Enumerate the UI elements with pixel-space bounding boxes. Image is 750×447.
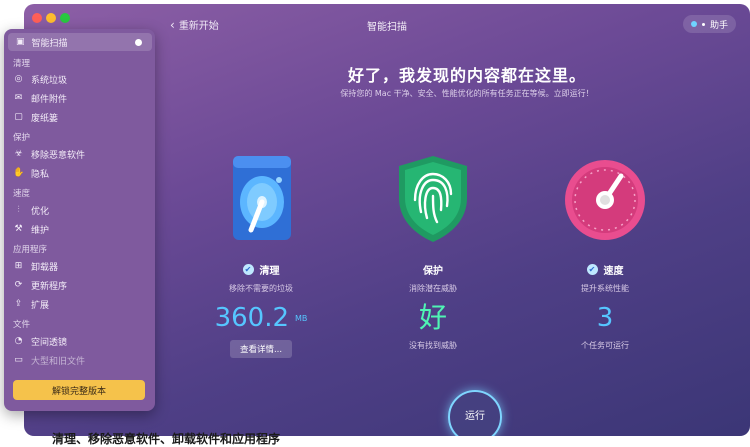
active-indicator xyxy=(135,38,142,46)
sidebar-item-label: 扩展 xyxy=(31,300,50,311)
speed-desc: 提升系统性能 xyxy=(581,284,629,293)
protection-desc: 消除潜在威胁 xyxy=(409,284,457,293)
sidebar-item-trash-bins[interactable]: ▢ 废纸篓 xyxy=(13,110,58,124)
sidebar-section-protection: 保护 xyxy=(13,133,31,143)
sidebar-item-label: 废纸篓 xyxy=(31,113,59,124)
speed-card: ✔ 速度 提升系统性能 3 个任务可运行 xyxy=(520,154,690,351)
sidebar-item-large-old-files[interactable]: ▭ 大型和旧文件 xyxy=(13,353,85,367)
sliders-icon: ⫶ xyxy=(17,205,20,215)
sidebar-item-label: 维护 xyxy=(31,225,50,236)
sidebar-item-malware-removal[interactable]: ☣ 移除恶意软件 xyxy=(13,147,85,161)
wrench-icon: ⚒ xyxy=(14,224,23,234)
sidebar-item-system-junk[interactable]: ◎ 系统垃圾 xyxy=(13,72,67,86)
sidebar-section-applications: 应用程序 xyxy=(13,245,48,255)
sidebar-section-cleanup: 清理 xyxy=(13,59,31,69)
mail-icon: ✉ xyxy=(14,93,23,103)
sidebar-item-label: 移除恶意软件 xyxy=(31,150,86,161)
cleanup-status: ✔ 清理 xyxy=(176,262,346,277)
biohazard-icon: ☣ xyxy=(14,149,23,159)
update-icon: ⟳ xyxy=(14,280,23,290)
sidebar-item-label: 更新程序 xyxy=(31,281,68,292)
sidebar-item-label: 优化 xyxy=(31,206,50,217)
uninstaller-icon: ⊞ xyxy=(14,261,23,271)
speed-title: 速度 xyxy=(603,266,624,277)
bin-icon: ▢ xyxy=(14,112,23,122)
speed-value: 3 xyxy=(596,303,614,333)
sidebar-item-space-lens[interactable]: ◔ 空间透镜 xyxy=(13,334,67,348)
sidebar-item-mail-attachments[interactable]: ✉ 邮件附件 xyxy=(13,91,67,105)
sidebar-item-extensions[interactable]: ⇪ 扩展 xyxy=(13,297,49,311)
view-details-button[interactable]: 查看详情... xyxy=(229,340,293,358)
speedometer-icon xyxy=(565,154,645,244)
cleanup-unit: MB xyxy=(295,313,308,323)
sidebar: ▣ 智能扫描 清理 ◎ 系统垃圾 ✉ 邮件附件 ▢ 废纸篓 保护 ☣ 移除恶意软件 ✋ 隐… xyxy=(4,29,155,411)
sidebar-section-files: 文件 xyxy=(13,320,31,330)
cleanup-value-row: 360.2 MB xyxy=(176,302,346,334)
sidebar-item-uninstaller[interactable]: ⊞ 卸载器 xyxy=(13,259,58,273)
sidebar-item-optimization[interactable]: ⫶ 优化 xyxy=(13,203,49,217)
sidebar-item-updater[interactable]: ⟳ 更新程序 xyxy=(13,278,67,292)
sidebar-item-label: 邮件附件 xyxy=(31,94,68,105)
shield-fingerprint-icon xyxy=(393,154,473,244)
sidebar-item-label: 系统垃圾 xyxy=(31,75,68,86)
extension-icon: ⇪ xyxy=(14,299,23,309)
assistant-button[interactable]: 助手 xyxy=(682,15,736,33)
lens-icon: ◔ xyxy=(14,336,23,346)
assistant-dot-icon xyxy=(701,22,705,26)
assistant-indicator-icon xyxy=(690,21,697,27)
scan-icon: ▣ xyxy=(16,37,25,47)
protection-title: 保护 xyxy=(423,266,443,277)
sidebar-item-label: 卸载器 xyxy=(31,262,59,273)
sidebar-item-maintenance[interactable]: ⚒ 维护 xyxy=(13,222,49,236)
hard-drive-icon xyxy=(221,154,301,244)
speed-foot: 个任务可运行 xyxy=(581,341,629,350)
speed-status: ✔ 速度 xyxy=(520,262,690,277)
check-icon: ✔ xyxy=(586,264,598,275)
sidebar-item-privacy[interactable]: ✋ 隐私 xyxy=(13,166,49,180)
protection-foot: 没有找到威胁 xyxy=(409,341,457,350)
sidebar-item-label: 智能扫描 xyxy=(31,38,68,49)
sidebar-section-speed: 速度 xyxy=(13,189,31,199)
folder-icon: ▭ xyxy=(14,355,23,365)
unlock-full-version-button[interactable]: 解锁完整版本 xyxy=(13,380,145,400)
page-headline: 好了，我发现的内容都在这里。 xyxy=(347,66,586,85)
sidebar-item-smart-scan[interactable]: ▣ 智能扫描 xyxy=(8,33,152,51)
sidebar-item-label: 空间透镜 xyxy=(31,337,68,348)
page-caption: 清理、移除恶意软件、卸载软件和应用程序 xyxy=(52,432,281,446)
protection-status: 保护 xyxy=(348,262,518,277)
cleanup-title: 清理 xyxy=(259,266,280,277)
cleanup-desc: 移除不需要的垃圾 xyxy=(229,284,293,293)
sidebar-item-label: 隐私 xyxy=(31,169,50,180)
page-subline: 保持您的 Mac 干净、安全、性能优化的所有任务正在等候。立即运行！ xyxy=(340,89,594,98)
trash-icon: ◎ xyxy=(14,74,23,84)
cleanup-card: ✔ 清理 移除不需要的垃圾 360.2 MB 查看详情... xyxy=(176,154,346,358)
cleanup-value: 360.2 xyxy=(214,303,290,333)
run-button[interactable]: 运行 xyxy=(448,390,502,436)
protection-card: 保护 消除潜在威胁 好 没有找到威胁 xyxy=(348,154,518,351)
check-icon: ✔ xyxy=(242,264,254,275)
sidebar-item-label: 大型和旧文件 xyxy=(31,356,86,367)
assistant-label: 助手 xyxy=(709,20,728,31)
protection-value: 好 xyxy=(418,301,447,334)
hand-icon: ✋ xyxy=(13,168,25,178)
